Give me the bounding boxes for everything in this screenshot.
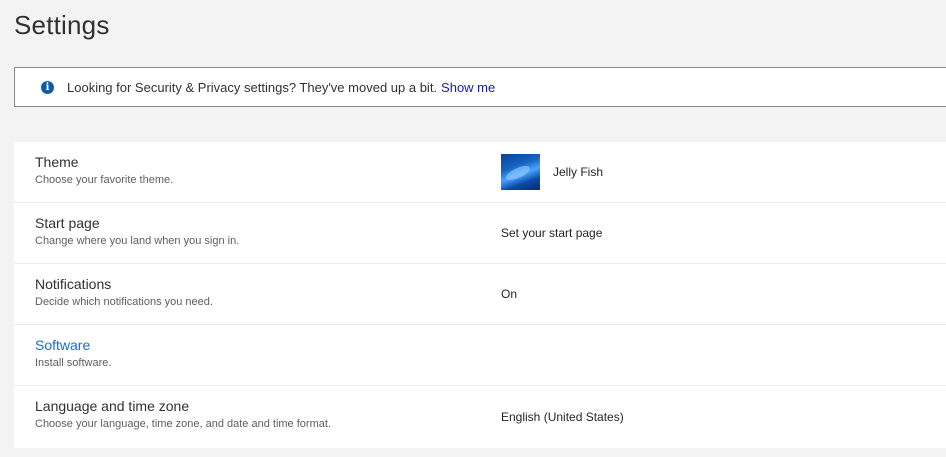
settings-list: Theme Choose your favorite theme. Jelly … — [14, 142, 946, 448]
setting-value: English (United States) — [501, 386, 624, 448]
setting-row-language[interactable]: Language and time zone Choose your langu… — [14, 386, 946, 448]
setting-description: Change where you land when you sign in. — [35, 235, 240, 247]
setting-value: On — [501, 264, 517, 324]
setting-row-theme[interactable]: Theme Choose your favorite theme. Jelly … — [14, 142, 946, 203]
start-page-value: Set your start page — [501, 226, 603, 240]
show-me-link[interactable]: Show me — [441, 80, 495, 95]
page-title: Settings — [14, 10, 110, 40]
setting-title: Start page — [35, 215, 100, 231]
theme-thumbnail — [501, 154, 540, 190]
software-link[interactable]: Software — [35, 337, 90, 353]
language-value: English (United States) — [501, 410, 624, 424]
info-icon: i — [41, 80, 54, 94]
setting-description: Choose your language, time zone, and dat… — [35, 418, 331, 430]
setting-title: Notifications — [35, 276, 112, 292]
setting-value: Jelly Fish — [501, 142, 603, 202]
setting-title: Theme — [35, 154, 79, 170]
setting-row-software[interactable]: Software Install software. — [14, 325, 946, 386]
setting-description: Install software. — [35, 357, 112, 369]
setting-row-notifications[interactable]: Notifications Decide which notifications… — [14, 264, 946, 325]
theme-name: Jelly Fish — [553, 165, 604, 179]
setting-description: Choose your favorite theme. — [35, 174, 174, 186]
setting-value: Set your start page — [501, 203, 602, 263]
setting-description: Decide which notifications you need. — [35, 296, 213, 308]
info-banner-text: Looking for Security & Privacy settings?… — [67, 79, 438, 95]
setting-title: Language and time zone — [35, 398, 190, 414]
info-banner: i Looking for Security & Privacy setting… — [14, 67, 946, 107]
notifications-value: On — [501, 287, 518, 301]
setting-row-start-page[interactable]: Start page Change where you land when yo… — [14, 203, 946, 264]
